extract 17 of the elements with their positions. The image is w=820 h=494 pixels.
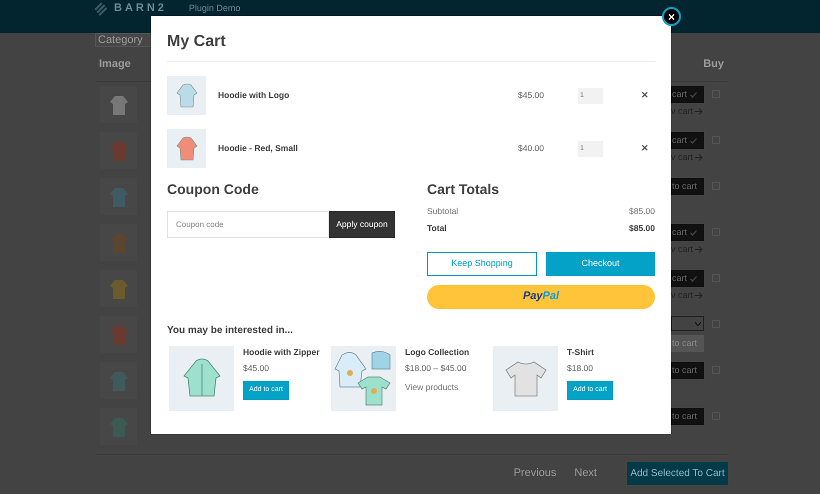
section-heading: Cart Totals [427, 180, 500, 199]
column-header: Buy [703, 56, 725, 72]
modal-title: My Cart [167, 32, 227, 52]
section-heading: Coupon Code [167, 180, 260, 199]
total-value: $85.00 [629, 222, 655, 234]
product-price: $45.00 [243, 362, 269, 375]
product-price: $45.00 [518, 89, 545, 102]
product-price: $40.00 [518, 142, 545, 155]
total-label: Total [427, 222, 447, 234]
subtotal-label: Subtotal [427, 205, 458, 218]
product-price: $18.00 – $45.00 [405, 362, 466, 375]
product-price: $18.00 [567, 362, 593, 375]
subtotal-value: $85.00 [629, 205, 655, 218]
site-subtitle: Plugin Demo [188, 2, 240, 15]
section-heading: You may be interested in... [167, 324, 294, 338]
column-header: Image [98, 56, 131, 72]
logo-text: BARN2 [114, 3, 167, 14]
